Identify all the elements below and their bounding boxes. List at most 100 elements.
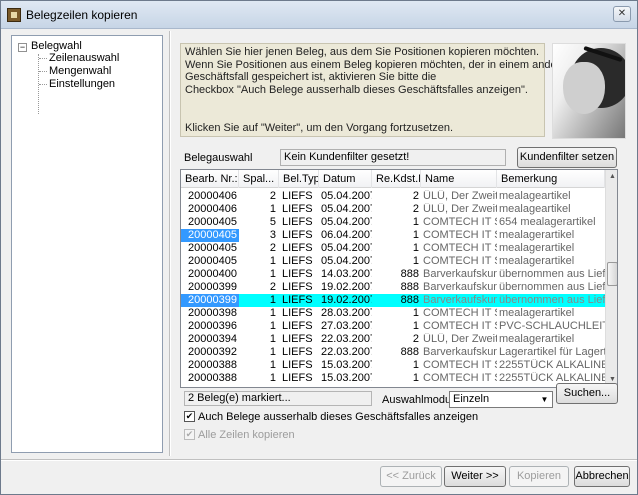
table-row[interactable]: 20000400 1 LIEFS 14.03.2007 888 Barverkaufsku… — [181, 268, 605, 281]
col-header-spalte[interactable]: Spal... — [239, 170, 279, 188]
outside-checkbox[interactable]: ✔ — [184, 411, 195, 422]
table-row[interactable]: 20000405 3 LIEFS 06.04.2007 1 COMTECH IT Syst… — [181, 229, 605, 242]
col-header-bearb-nr[interactable]: Bearb. Nr.: — [181, 170, 239, 188]
table-cell: 05.04.2007 — [321, 255, 372, 267]
table-cell: 1 — [269, 346, 276, 358]
customer-filter-field: Kein Kundenfilter gesetzt! — [280, 149, 506, 166]
tree-item-mengenwahl[interactable]: Mengenwahl — [49, 65, 111, 77]
table-cell: LIEFS — [282, 190, 313, 202]
scroll-thumb[interactable] — [607, 262, 617, 286]
table-cell: COMTECH IT Syst — [423, 216, 497, 228]
outside-checkbox-label[interactable]: Auch Belege ausserhalb dieses Geschäftsf… — [198, 411, 478, 423]
support-photo — [552, 43, 626, 139]
table-cell: COMTECH IT Syst — [423, 307, 497, 319]
table-cell: mealagerartikel — [499, 242, 575, 254]
table-cell: LIEFS — [282, 216, 313, 228]
table-row[interactable]: 20000394 1 LIEFS 22.03.2007 2 ÜLÜ, Der Zweite… — [181, 333, 605, 346]
table-cell: 2 — [269, 190, 276, 202]
all-rows-checkbox[interactable]: ✔ — [184, 429, 195, 440]
col-header-rekdstnr[interactable]: Re.Kdst.Nr — [372, 170, 421, 188]
table-cell: 20000388 — [188, 372, 237, 384]
table-cell: Barverkaufskunde — [423, 268, 497, 280]
table-cell: LIEFS — [282, 320, 313, 332]
table-cell: LIEFS — [282, 346, 313, 358]
table-cell: übernommen aus Liefers — [499, 294, 605, 306]
table-row[interactable]: 20000405 5 LIEFS 05.04.2007 1 COMTECH IT Syst… — [181, 216, 605, 229]
cancel-button[interactable]: Abbrechen — [574, 466, 630, 487]
table-row[interactable]: 20000396 1 LIEFS 27.03.2007 1 COMTECH IT Syst… — [181, 320, 605, 333]
col-header-datum[interactable]: Datum — [319, 170, 372, 188]
scroll-up-icon[interactable]: ▲ — [607, 171, 617, 183]
table-row[interactable]: 20000405 2 LIEFS 05.04.2007 1 COMTECH IT Syst… — [181, 242, 605, 255]
table-cell: 1 — [269, 203, 276, 215]
table-cell: 22.03.2007 — [321, 333, 372, 345]
table-cell: mealageartikel — [499, 203, 571, 215]
next-button[interactable]: Weiter >> — [444, 466, 506, 487]
title-bar: Belegzeilen kopieren ✕ — [1, 1, 637, 29]
table-cell: 1 — [269, 268, 276, 280]
close-icon[interactable]: ✕ — [613, 6, 631, 22]
back-button[interactable]: << Zurück — [380, 466, 442, 487]
grid-header: Bearb. Nr.: Spal... Bel.Typ: Datum Re.Kd… — [181, 170, 605, 188]
table-cell: 654 mealagerartikel — [499, 216, 596, 228]
table-row[interactable]: 20000398 1 LIEFS 28.03.2007 1 COMTECH IT Syst… — [181, 307, 605, 320]
table-cell: 05.04.2007 — [321, 216, 372, 228]
info-panel: Wählen Sie hier jenen Beleg, aus dem Sie… — [180, 43, 572, 137]
set-customer-filter-button[interactable]: Kundenfilter setzen — [517, 147, 617, 168]
table-cell: 27.03.2007 — [321, 320, 372, 332]
copy-button[interactable]: Kopieren — [509, 466, 569, 487]
table-cell: LIEFS — [282, 242, 313, 254]
table-cell: ÜLÜ, Der Zweite K — [423, 203, 497, 215]
tree-root-belegwahl[interactable]: Belegwahl — [31, 40, 82, 52]
table-cell: COMTECH IT Syst — [423, 255, 497, 267]
table-cell: 20000405 — [188, 242, 237, 254]
table-cell: 1 — [412, 255, 419, 267]
table-cell: 20000399 — [188, 281, 237, 293]
table-row[interactable]: 20000399 1 LIEFS 19.02.2007 888 Barverkaufsku… — [181, 294, 605, 307]
table-row[interactable]: 20000392 1 LIEFS 22.03.2007 888 Barverkaufsku… — [181, 346, 605, 359]
table-cell: 28.03.2007 — [321, 307, 372, 319]
table-cell: 2 — [412, 190, 419, 202]
table-cell: 20000405 — [188, 255, 237, 267]
search-button[interactable]: Suchen... — [556, 383, 618, 404]
grid-scrollbar[interactable]: ▲ ▼ — [605, 170, 617, 387]
table-cell: 22.03.2007 — [321, 346, 372, 358]
table-cell: 1 — [412, 216, 419, 228]
tree-line — [39, 71, 47, 72]
table-cell: 1 — [269, 307, 276, 319]
auswahlmodus-label: Auswahlmodus: — [382, 394, 460, 406]
table-cell: 1 — [269, 372, 276, 384]
col-header-beltyp[interactable]: Bel.Typ: — [279, 170, 319, 188]
table-cell: 05.04.2007 — [321, 190, 372, 202]
photo-face — [563, 62, 605, 114]
collapse-icon[interactable]: − — [18, 43, 27, 52]
col-header-name[interactable]: Name — [421, 170, 497, 188]
tree-item-zeilenauswahl[interactable]: Zeilenauswahl — [49, 52, 119, 64]
table-row[interactable]: 20000405 1 LIEFS 05.04.2007 1 COMTECH IT Syst… — [181, 255, 605, 268]
table-cell: 1 — [269, 255, 276, 267]
all-rows-checkbox-label[interactable]: Alle Zeilen kopieren — [198, 429, 295, 441]
table-cell: übernommen aus Liefers — [499, 268, 605, 280]
table-cell: 2 — [269, 281, 276, 293]
table-cell: COMTECH IT Syst — [423, 229, 497, 241]
table-cell: 15.03.2007 — [321, 372, 372, 384]
table-row[interactable]: 20000406 2 LIEFS 05.04.2007 2 ÜLÜ, Der Zweite… — [181, 190, 605, 203]
table-row[interactable]: 20000399 2 LIEFS 19.02.2007 888 Barverkaufsku… — [181, 281, 605, 294]
table-row[interactable]: 20000406 1 LIEFS 05.04.2007 2 ÜLÜ, Der Zweite… — [181, 203, 605, 216]
table-row[interactable]: 20000388 1 LIEFS 15.03.2007 1 COMTECH IT Syst… — [181, 372, 605, 385]
auswahlmodus-select[interactable]: Einzeln ▼ — [449, 391, 553, 408]
table-cell: 1 — [269, 359, 276, 371]
table-cell: LIEFS — [282, 307, 313, 319]
table-cell: 20000405 — [188, 216, 237, 228]
dialog-window: Belegzeilen kopieren ✕ − Belegwahl Zeile… — [0, 0, 638, 495]
table-cell: 1 — [269, 333, 276, 345]
table-cell: Barverkaufskunde — [423, 346, 497, 358]
table-cell: 2255TÜCK ALKALINE B — [499, 359, 605, 371]
table-cell: 14.03.2007 — [321, 268, 372, 280]
table-cell: 1 — [269, 320, 276, 332]
table-row[interactable]: 20000388 1 LIEFS 15.03.2007 1 COMTECH IT Syst… — [181, 359, 605, 372]
document-grid[interactable]: Bearb. Nr.: Spal... Bel.Typ: Datum Re.Kd… — [180, 169, 618, 388]
table-cell: 888 — [400, 268, 419, 280]
col-header-bemerkung[interactable]: Bemerkung — [497, 170, 605, 188]
tree-item-einstellungen[interactable]: Einstellungen — [49, 78, 115, 90]
